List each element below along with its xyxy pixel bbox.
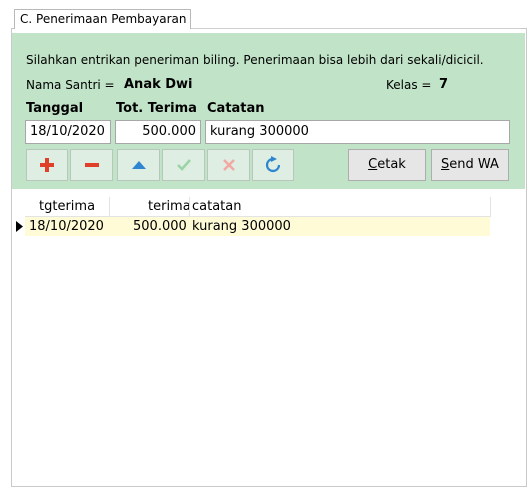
tanggal-field[interactable]: 18/10/2020 xyxy=(25,120,111,144)
total-label: Tot. Terima xyxy=(116,101,197,116)
cell-tgterima[interactable]: 18/10/2020 xyxy=(29,217,104,236)
kelas-value: 7 xyxy=(439,77,449,92)
tanggal-label: Tanggal xyxy=(26,101,84,116)
column-header-terima[interactable]: terima xyxy=(148,198,191,216)
delete-button[interactable] xyxy=(70,149,113,181)
instruction-text: Silahkan entrikan peneriman biling. Pene… xyxy=(26,53,484,67)
send-wa-button[interactable]: Send WA xyxy=(431,149,509,181)
cancel-icon xyxy=(222,159,235,171)
add-button[interactable] xyxy=(26,149,68,181)
post-button[interactable] xyxy=(162,149,205,181)
refresh-button[interactable] xyxy=(252,149,294,181)
print-label: etak xyxy=(377,157,406,172)
catatan-label: Catatan xyxy=(207,101,265,116)
check-icon xyxy=(176,159,191,171)
print-hotkey: C xyxy=(368,157,378,172)
column-divider xyxy=(490,197,491,217)
tab-divider xyxy=(191,28,521,29)
minus-icon xyxy=(84,163,99,167)
send-wa-label: end WA xyxy=(449,157,499,172)
cell-terima[interactable]: 500.000 xyxy=(133,217,187,236)
catatan-field[interactable]: kurang 300000 xyxy=(205,120,510,144)
tab-label: C. Penerimaan Pembayaran xyxy=(20,12,187,26)
santri-label: Nama Santri = xyxy=(26,78,115,92)
move-up-icon xyxy=(131,161,146,169)
cell-catatan[interactable]: kurang 300000 xyxy=(192,217,291,236)
column-divider xyxy=(109,197,110,217)
row-indicator-icon xyxy=(16,221,23,232)
plus-icon xyxy=(40,158,54,172)
total-terima-field[interactable]: 500.000 xyxy=(115,120,201,144)
column-divider xyxy=(189,197,190,217)
kelas-label: Kelas = xyxy=(386,78,432,92)
cancel-button[interactable] xyxy=(207,149,250,181)
column-header-tgterima[interactable]: tgterima xyxy=(39,198,95,216)
column-header-catatan[interactable]: catatan xyxy=(192,198,241,216)
santri-name: Anak Dwi xyxy=(124,77,193,92)
refresh-icon xyxy=(265,156,281,173)
tab-penerimaan-pembayaran[interactable]: C. Penerimaan Pembayaran xyxy=(14,9,191,29)
print-button[interactable]: Cetak xyxy=(348,149,426,181)
move-up-button[interactable] xyxy=(117,149,160,181)
